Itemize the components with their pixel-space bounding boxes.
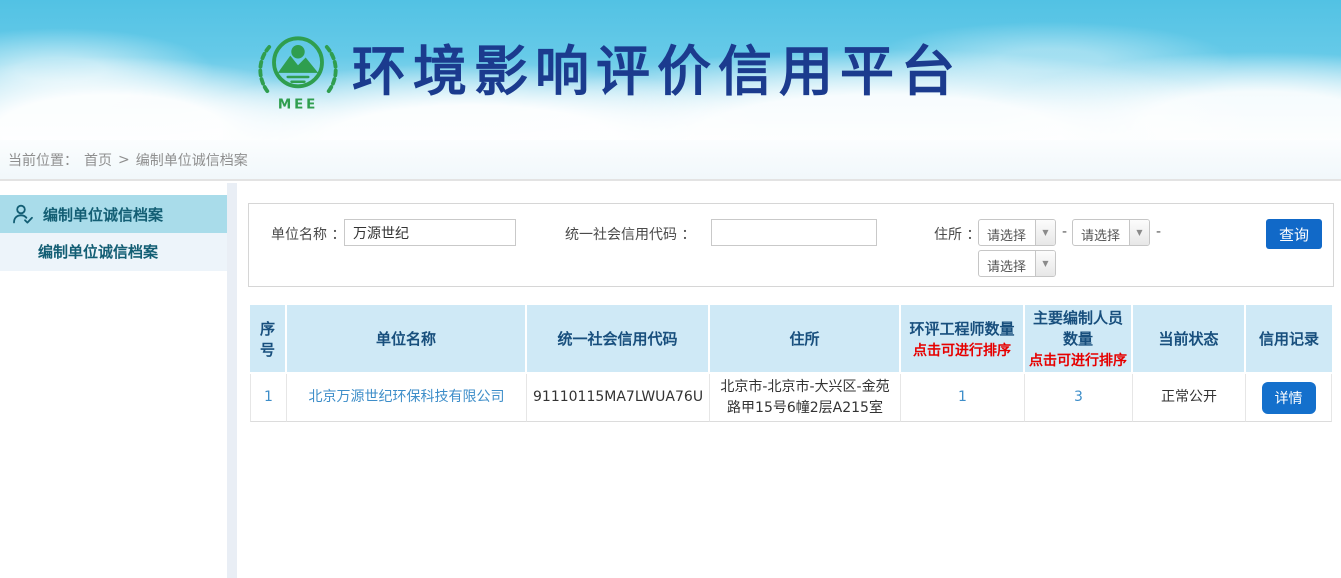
company-name-label: 单位名称 ：: [271, 224, 345, 244]
results-table: 序号 单位名称 统一社会信用代码 住所 环评工程师数量 点击可进行排序 主要编制…: [250, 305, 1332, 422]
header-credit-code: 统一社会信用代码: [527, 305, 710, 374]
sort-hint[interactable]: 点击可进行排序: [905, 340, 1019, 360]
header-status: 当前状态: [1133, 305, 1246, 374]
sidebar-subitem-credit-archive[interactable]: 编制单位诚信档案: [0, 233, 227, 271]
header-index: 序号: [250, 305, 287, 374]
table-header-row: 序号 单位名称 统一社会信用代码 住所 环评工程师数量 点击可进行排序 主要编制…: [250, 305, 1332, 374]
sidebar-item-label: 编制单位诚信档案: [43, 204, 163, 225]
cell-credit-code: 91110115MA7LWUA76U: [527, 374, 710, 422]
dash-separator: -: [1156, 224, 1161, 240]
engineer-count-link[interactable]: 1: [958, 389, 967, 405]
header-engineer-count[interactable]: 环评工程师数量 点击可进行排序: [901, 305, 1025, 374]
header-staff-count[interactable]: 主要编制人员数量 点击可进行排序: [1025, 305, 1133, 374]
query-button[interactable]: 查询: [1266, 219, 1322, 249]
mee-logo-icon: MEE: [250, 22, 346, 118]
district-select[interactable]: 请选择 ▼: [978, 250, 1056, 277]
breadcrumb-label: 当前位置：: [8, 150, 78, 170]
search-panel: 单位名称 ： 统一社会信用代码 ： 住所 ： 请选择 ▼ - 请选择 ▼ - 请…: [248, 203, 1334, 287]
page-title: 环境影响评价信用平台: [352, 36, 962, 108]
header-address: 住所: [710, 305, 901, 374]
header-company-name: 单位名称: [287, 305, 527, 374]
breadcrumb: 当前位置： 首页 > 编制单位诚信档案: [0, 140, 1341, 181]
table-row: 1 北京万源世纪环保科技有限公司 91110115MA7LWUA76U 北京市-…: [250, 374, 1332, 422]
company-name-input[interactable]: [344, 219, 516, 246]
chevron-down-icon[interactable]: ▼: [1035, 220, 1055, 245]
header-credit-record: 信用记录: [1246, 305, 1332, 374]
company-name-link[interactable]: 北京万源世纪环保科技有限公司: [309, 389, 505, 405]
sidebar: 编制单位诚信档案 编制单位诚信档案: [0, 183, 227, 578]
city-select[interactable]: 请选择 ▼: [1072, 219, 1150, 246]
chevron-down-icon[interactable]: ▼: [1129, 220, 1149, 245]
breadcrumb-home-link[interactable]: 首页: [84, 150, 112, 170]
chevron-down-icon[interactable]: ▼: [1035, 251, 1055, 276]
cell-index: 1: [250, 374, 287, 422]
cell-status: 正常公开: [1133, 374, 1246, 422]
residence-label: 住所 ：: [934, 224, 980, 244]
sidebar-divider: [227, 183, 237, 578]
breadcrumb-current: 编制单位诚信档案: [136, 150, 248, 170]
header-banner: MEE 环境影响评价信用平台: [0, 0, 1341, 140]
detail-button[interactable]: 详情: [1262, 382, 1316, 414]
page: MEE 环境影响评价信用平台 当前位置： 首页 > 编制单位诚信档案 编制单位诚…: [0, 0, 1341, 578]
person-check-icon: [12, 203, 34, 225]
breadcrumb-separator-icon: >: [118, 152, 130, 168]
svg-text:MEE: MEE: [278, 97, 318, 112]
province-select[interactable]: 请选择 ▼: [978, 219, 1056, 246]
cell-address: 北京市-北京市-大兴区-金苑路甲15号6幢2层A215室: [710, 374, 901, 422]
dash-separator: -: [1062, 224, 1067, 240]
staff-count-link[interactable]: 3: [1074, 389, 1083, 405]
sort-hint[interactable]: 点击可进行排序: [1029, 350, 1127, 370]
sidebar-item-credit-archive[interactable]: 编制单位诚信档案: [0, 195, 227, 233]
credit-code-input[interactable]: [711, 219, 877, 246]
credit-code-label: 统一社会信用代码 ：: [565, 224, 695, 244]
